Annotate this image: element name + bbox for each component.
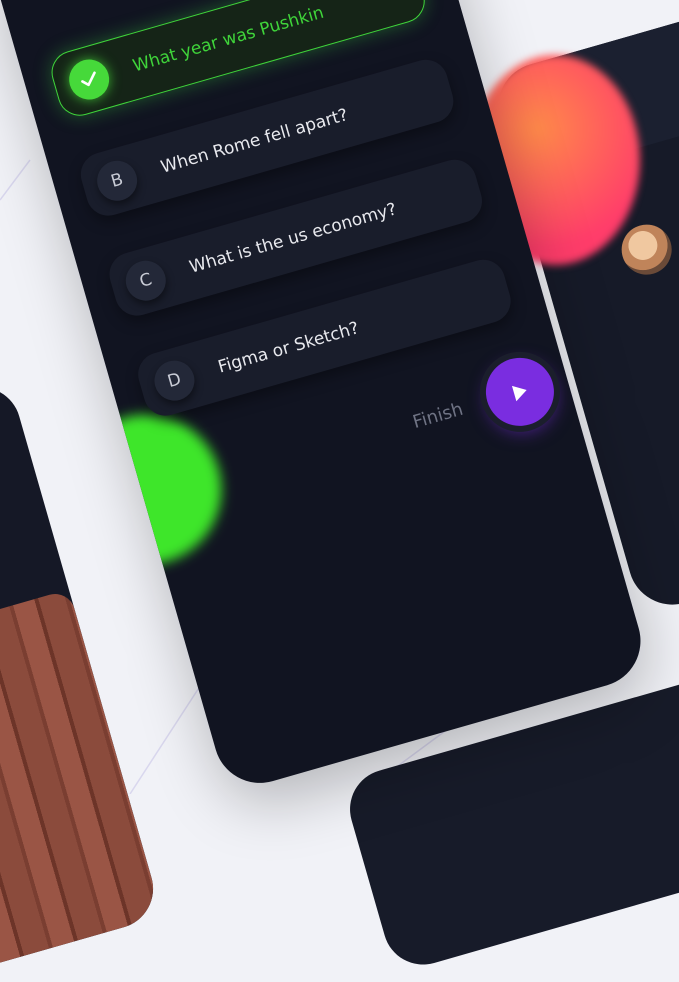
play-icon <box>512 385 527 402</box>
check-icon <box>81 71 96 87</box>
finish-label: Finish <box>410 398 466 433</box>
option-text-b: When Rome fell apart? <box>158 105 351 178</box>
option-badge-b: B <box>92 155 142 206</box>
option-text-d: Figma or Sketch? <box>215 318 362 378</box>
option-badge-c: C <box>121 255 171 306</box>
option-badge-a <box>64 54 114 105</box>
option-badge-d: D <box>149 355 200 406</box>
avatar <box>615 218 678 281</box>
option-text-a: What year was Pushkin <box>130 2 327 77</box>
option-text-c: What is the us economy? <box>187 199 399 278</box>
